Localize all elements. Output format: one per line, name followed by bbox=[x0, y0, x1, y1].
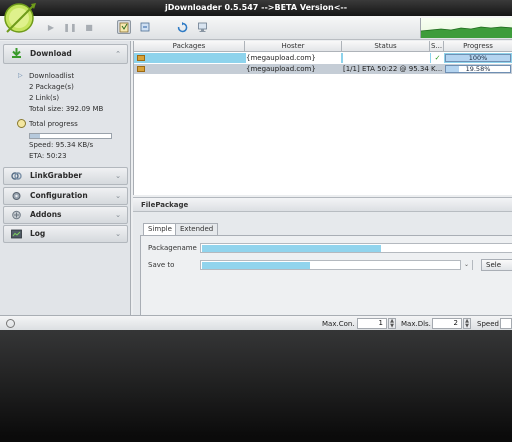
tab-extended[interactable]: Extended bbox=[175, 223, 219, 235]
sidebar-item-addons[interactable]: Addons ⌄ bbox=[3, 206, 128, 224]
maxdls-stepper[interactable]: ▲ ▼ bbox=[463, 318, 471, 329]
reconnect-icon[interactable] bbox=[138, 20, 152, 34]
chevron-up-icon[interactable]: ⌃ bbox=[115, 45, 121, 63]
sidebar-item-label: LinkGrabber bbox=[30, 171, 83, 180]
pause-icon[interactable]: ❚❚ bbox=[63, 20, 77, 34]
packagename-input[interactable] bbox=[200, 243, 512, 253]
folder-icon bbox=[137, 55, 145, 61]
window-title: jDownloader 0.5.547 -->BETA Version<-- bbox=[164, 3, 348, 12]
maxcon-stepper[interactable]: ▲ ▼ bbox=[388, 318, 396, 329]
addons-icon bbox=[12, 210, 21, 220]
status-bar: Max.Con. 1 ▲ ▼ Max.Dls. 2 ▲ ▼ Speed bbox=[0, 315, 512, 330]
hoster-cell: {megaupload.com} bbox=[246, 65, 316, 73]
progress-fill bbox=[446, 66, 459, 72]
bullet-icon: ▷ bbox=[18, 72, 23, 79]
chevron-down-icon[interactable]: ⌄ bbox=[115, 207, 121, 223]
sidebar: Download ⌃ ▷ Downloadlist 2 Package(s) 2… bbox=[0, 41, 131, 315]
saveto-select[interactable]: ⌄ bbox=[200, 260, 473, 270]
sidebar-item-configuration[interactable]: Configuration ⌄ bbox=[3, 187, 128, 205]
gear-icon bbox=[12, 192, 21, 200]
select-folder-button[interactable]: Sele bbox=[481, 259, 512, 271]
clock-icon bbox=[17, 119, 26, 128]
chevron-down-icon[interactable]: ⌄ bbox=[115, 226, 121, 242]
tab-content: Packagename Save to ⌄ Sele bbox=[140, 235, 512, 316]
maxdls-label: Max.Dls. bbox=[401, 320, 431, 328]
filepackage-panel: FilePackage Simple Extended Packagename … bbox=[133, 197, 512, 316]
sidebar-item-label: Log bbox=[30, 229, 46, 238]
sidebar-item-label: Download bbox=[30, 49, 72, 58]
progress-bar: 100% bbox=[445, 54, 511, 62]
progress-label: 19.58% bbox=[465, 65, 491, 73]
link-count: 2 Link(s) bbox=[29, 94, 60, 102]
chevron-down-icon[interactable]: ⌄ bbox=[460, 260, 472, 270]
clipboard-icon[interactable] bbox=[117, 20, 131, 34]
window-reflection bbox=[0, 330, 512, 442]
download-speed: Speed: 95.34 KB/s bbox=[29, 141, 94, 149]
status-cell bbox=[343, 53, 430, 63]
download-eta: ETA: 50:23 bbox=[29, 152, 67, 160]
jdownloader-logo bbox=[3, 2, 39, 36]
settings-icon[interactable] bbox=[6, 319, 15, 328]
column-header-progress[interactable]: Progress bbox=[444, 41, 512, 52]
stop-icon[interactable]: ■ bbox=[82, 20, 96, 34]
maxdls-input[interactable]: 2 bbox=[432, 318, 462, 329]
progress-label: 100% bbox=[468, 54, 488, 62]
download-arrow-icon bbox=[12, 48, 21, 58]
sidebar-item-label: Configuration bbox=[30, 191, 88, 200]
play-icon[interactable]: ▶ bbox=[44, 20, 58, 34]
sidebar-item-label: Addons bbox=[30, 210, 62, 219]
sidebar-item-log[interactable]: Log ⌄ bbox=[3, 225, 128, 243]
chevron-down-icon[interactable]: ⌄ bbox=[115, 168, 121, 184]
check-icon: ✓ bbox=[431, 53, 444, 63]
network-icon[interactable] bbox=[195, 20, 209, 34]
title-bar: jDownloader 0.5.547 -->BETA Version<-- bbox=[0, 0, 512, 16]
column-header-s[interactable]: S... bbox=[430, 41, 444, 52]
table-row[interactable]: {megaupload.com} ✓ 100% bbox=[134, 53, 512, 63]
downloadlist-link[interactable]: Downloadlist bbox=[29, 72, 74, 80]
linkgrabber-icon bbox=[11, 172, 22, 180]
speed-label: Speed bbox=[477, 320, 499, 328]
log-icon bbox=[11, 229, 22, 239]
package-count: 2 Package(s) bbox=[29, 83, 74, 91]
speed-graph bbox=[420, 18, 512, 38]
reflection-fade bbox=[0, 330, 512, 442]
saveto-value bbox=[202, 262, 310, 269]
column-header-packages[interactable]: Packages bbox=[134, 41, 245, 52]
total-size: Total size: 392.09 MB bbox=[29, 105, 104, 113]
sidebar-item-download[interactable]: Download ⌃ bbox=[3, 44, 128, 64]
table-row[interactable]: {megaupload.com} [1/1] ETA 50:22 @ 95.34… bbox=[134, 64, 512, 74]
packagename-value bbox=[202, 245, 381, 252]
saveto-label: Save to bbox=[148, 261, 175, 269]
speed-input[interactable] bbox=[500, 318, 512, 329]
hoster-cell: {megaupload.com} bbox=[246, 53, 341, 63]
column-header-hoster[interactable]: Hoster bbox=[245, 41, 342, 52]
sidebar-item-linkgrabber[interactable]: LinkGrabber ⌄ bbox=[3, 167, 128, 185]
total-progress-fill bbox=[30, 134, 40, 138]
app-window: jDownloader 0.5.547 -->BETA Version<-- ▶… bbox=[0, 0, 512, 330]
download-table: Packages Hoster Status S... Progress {me… bbox=[133, 41, 512, 195]
update-icon[interactable] bbox=[175, 20, 189, 34]
chevron-down-icon[interactable]: ⌄ bbox=[115, 188, 121, 204]
maxcon-label: Max.Con. bbox=[322, 320, 355, 328]
filepackage-title: FilePackage bbox=[133, 198, 512, 212]
progress-bar: 19.58% bbox=[445, 65, 511, 73]
packagename-label: Packagename bbox=[148, 244, 197, 252]
maxcon-input[interactable]: 1 bbox=[357, 318, 387, 329]
total-progress-bar bbox=[29, 133, 112, 139]
total-progress-label: Total progress bbox=[29, 120, 78, 128]
column-header-status[interactable]: Status bbox=[342, 41, 430, 52]
status-cell: [1/1] ETA 50:22 @ 95.34 K... bbox=[343, 65, 443, 73]
folder-icon bbox=[137, 66, 145, 72]
